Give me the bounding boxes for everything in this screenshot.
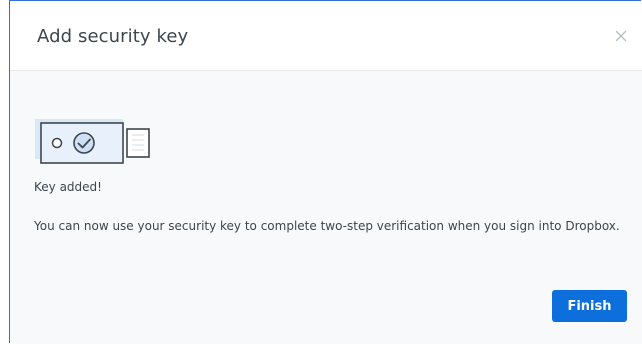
status-text: Key added! — [34, 180, 102, 194]
add-security-key-dialog: Add security key Key added! You can now … — [9, 0, 642, 344]
dialog-title: Add security key — [37, 26, 189, 47]
security-key-icon — [33, 117, 193, 172]
finish-button[interactable]: Finish — [552, 290, 627, 322]
close-icon[interactable] — [613, 28, 629, 44]
dialog-header: Add security key — [10, 1, 642, 71]
dialog-body: Key added! You can now use your security… — [10, 71, 642, 344]
confirmation-message: You can now use your security key to com… — [34, 219, 620, 233]
